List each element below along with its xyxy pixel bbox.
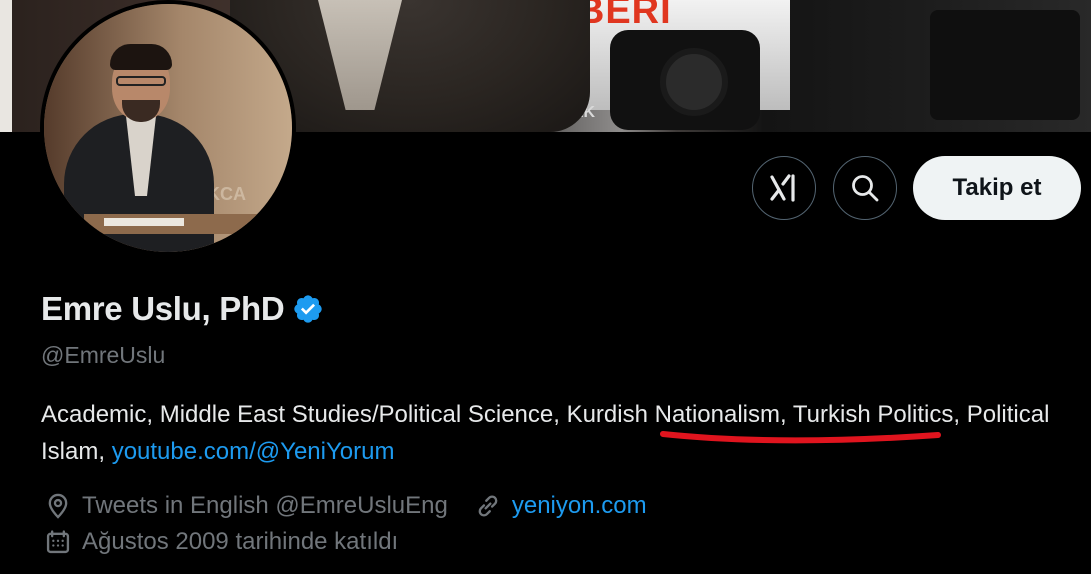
profile-meta-row: Tweets in English @EmreUsluEng yeniyon.c…	[44, 492, 647, 520]
red-underline-annotation	[660, 431, 941, 444]
calendar-icon	[46, 530, 70, 554]
profile-location: Tweets in English @EmreUsluEng	[82, 492, 448, 519]
grok-icon	[770, 174, 795, 202]
avatar-hair	[110, 44, 172, 70]
banner-camera-lens	[660, 48, 728, 116]
banner-edge	[0, 0, 12, 132]
follow-button[interactable]: Takip et	[913, 156, 1081, 220]
search-button[interactable]	[833, 156, 897, 220]
profile-website-link[interactable]: yeniyon.com	[512, 492, 647, 520]
bio-youtube-link[interactable]: youtube.com/@YeniYorum	[112, 438, 395, 465]
banner-equipment	[930, 10, 1080, 120]
profile-name: Emre Uslu, PhD	[41, 290, 285, 327]
profile-joined-row: Ağustos 2009 tarihinde katıldı	[44, 528, 398, 556]
profile-name-row: Emre Uslu, PhD	[41, 290, 324, 328]
avatar-glasses	[116, 76, 166, 86]
link-icon	[478, 495, 498, 517]
profile-avatar[interactable]: NKCA	[40, 0, 296, 256]
website-group[interactable]: yeniyon.com	[474, 492, 647, 520]
verified-badge-icon[interactable]	[292, 293, 324, 325]
location-pin-icon	[48, 493, 68, 519]
avatar-paper	[104, 218, 184, 226]
profile-handle: @EmreUslu	[41, 342, 166, 368]
search-icon	[852, 175, 879, 202]
profile-joined-date: Ağustos 2009 tarihinde katıldı	[82, 528, 399, 555]
grok-button[interactable]	[752, 156, 816, 220]
